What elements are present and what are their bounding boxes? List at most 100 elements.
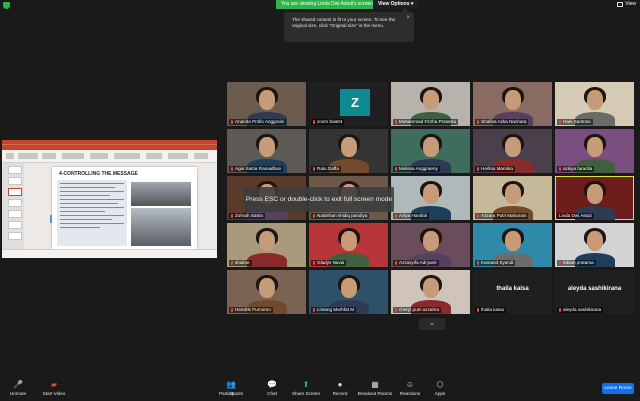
viewing-text: You are viewing Linda Dwi Astuti's scree… bbox=[281, 1, 373, 7]
participant-name-text: Linda Dwi Astuti bbox=[559, 213, 592, 218]
top-bar: You are viewing Linda Dwi Astuti's scree… bbox=[0, 0, 640, 9]
participant-tile[interactable]: fabian pratama bbox=[555, 223, 634, 267]
participant-tile[interactable]: Kamand Syandi bbox=[473, 223, 552, 267]
participant-tile[interactable]: Linda Dwi Astuti bbox=[555, 176, 634, 220]
breakout-rooms-button[interactable]: ▦ Breakout Rooms bbox=[356, 380, 394, 396]
view-options-button[interactable]: View Options ▾ bbox=[372, 0, 419, 9]
participant-tile[interactable]: Melissa Anggraeny bbox=[391, 129, 470, 173]
record-button[interactable]: ● Record bbox=[328, 380, 352, 396]
mic-muted-icon: 🎤 bbox=[13, 380, 23, 389]
mic-muted-icon bbox=[395, 120, 397, 124]
participant-tile[interactable]: Muhammad Firzha Pratama bbox=[391, 82, 470, 126]
participant-name: Ananda Prollo Anggraini bbox=[229, 119, 287, 125]
participant-tile[interactable]: Azzara Putri Maharani bbox=[473, 176, 552, 220]
participant-name-text: Shafina Azka Nachara bbox=[481, 119, 527, 124]
participant-name: Lintang Marhfat M bbox=[311, 307, 357, 313]
participant-tile[interactable]: Hani Santoso bbox=[555, 82, 634, 126]
participant-video bbox=[258, 137, 275, 157]
participant-name-text: Melissa Anggraeny bbox=[399, 166, 438, 171]
participant-tile[interactable]: Shafina Azka Nachara bbox=[473, 82, 552, 126]
participant-video bbox=[258, 278, 275, 298]
participant-tile[interactable]: Agie Satria Ramadhan bbox=[227, 129, 306, 173]
participant-tile[interactable]: thalia kaisa thalia kaisa bbox=[473, 270, 552, 314]
breakout-rooms-icon: ▦ bbox=[371, 380, 379, 389]
participant-video bbox=[422, 184, 439, 204]
participant-tile[interactable]: Gladys Navai bbox=[309, 223, 388, 267]
unmute-button[interactable]: 🎤 Unmute bbox=[6, 380, 30, 396]
participant-name: Linda Dwi Astuti bbox=[557, 213, 594, 219]
participant-video bbox=[586, 90, 603, 110]
participant-name: Naldirhan shidiq pandiya bbox=[311, 213, 370, 219]
participant-name: Azzara Putri Maharani bbox=[475, 213, 529, 219]
participant-name: Azzasyifa Adryanti bbox=[393, 260, 439, 266]
share-screen-icon: ⬆ bbox=[302, 380, 310, 389]
mic-muted-icon bbox=[313, 167, 315, 171]
participant-tile[interactable]: azkiya faradila bbox=[555, 129, 634, 173]
participant-tile[interactable]: shaline bbox=[227, 223, 306, 267]
ppt-ribbon bbox=[2, 140, 217, 150]
participant-video bbox=[504, 90, 521, 110]
participant-name: Agie Satria Ramadhan bbox=[229, 166, 284, 172]
participant-name-text: Muhammad Firzha Pratama bbox=[399, 119, 456, 124]
participant-name: azkiya faradila bbox=[557, 166, 595, 172]
leave-room-button[interactable]: Leave Room bbox=[602, 383, 634, 394]
participant-tile[interactable]: cheryl putri azzahra bbox=[391, 270, 470, 314]
reactions-icon: ☺ bbox=[405, 380, 415, 389]
participant-name: Ratu Daffa bbox=[311, 166, 341, 172]
participant-name-text: Kamand Syandi bbox=[481, 260, 514, 265]
participant-tile[interactable]: Aziya Hanifah bbox=[391, 176, 470, 220]
participant-tile[interactable]: Herlisa Marnika bbox=[473, 129, 552, 173]
mic-muted-icon bbox=[313, 308, 315, 312]
participant-name-text: Ananda Prollo Anggraini bbox=[235, 119, 285, 124]
ppt-toolbar bbox=[2, 150, 217, 163]
participant-tile[interactable]: Zzoom baa04 bbox=[309, 82, 388, 126]
participant-name-text: Zohrah Satria bbox=[235, 213, 263, 218]
share-screen-button[interactable]: ⬆ Share Screen bbox=[290, 380, 322, 396]
ppt-slide: 4-CONTROLLING THE MESSAGE bbox=[52, 167, 197, 249]
participant-name-text: Azzara Putri Maharani bbox=[481, 213, 527, 218]
mic-muted-icon bbox=[477, 261, 479, 265]
mic-muted-icon bbox=[231, 120, 233, 124]
participant-video bbox=[586, 137, 603, 157]
participant-name: Herlisa Marnika bbox=[475, 166, 515, 172]
participant-video bbox=[504, 137, 521, 157]
view-button-label: View bbox=[625, 1, 636, 7]
shield-icon[interactable] bbox=[3, 2, 10, 9]
participant-name-text: aleyda sashikirana bbox=[563, 307, 602, 312]
participants-button[interactable]: 👥40 Participants bbox=[216, 380, 246, 396]
chat-icon: 💬 bbox=[267, 380, 277, 389]
slide-image bbox=[131, 208, 191, 246]
chevron-down-icon[interactable]: ⌄ bbox=[419, 318, 445, 330]
participant-video bbox=[340, 137, 357, 157]
chat-button[interactable]: 💬 Chat bbox=[262, 380, 282, 396]
close-icon[interactable]: × bbox=[406, 15, 410, 21]
participant-tile[interactable]: Ananda Prollo Anggraini bbox=[227, 82, 306, 126]
mic-muted-icon bbox=[559, 120, 561, 124]
share-screen-label: Share Screen bbox=[291, 391, 321, 396]
participant-name: thalia kaisa bbox=[475, 307, 506, 313]
grid-view-icon bbox=[617, 1, 624, 7]
reactions-button[interactable]: ☺ Reactions bbox=[397, 380, 423, 396]
participant-video bbox=[504, 231, 521, 251]
participant-video bbox=[422, 231, 439, 251]
participant-tile[interactable]: Ratu Daffa bbox=[309, 129, 388, 173]
participant-tile[interactable]: Hendrik Purnomo bbox=[227, 270, 306, 314]
view-options-label: View Options bbox=[377, 1, 410, 7]
mic-muted-icon bbox=[559, 167, 561, 171]
mic-muted-icon bbox=[477, 120, 479, 124]
apps-button[interactable]: ⬡ Apps bbox=[430, 380, 450, 396]
view-button[interactable]: View bbox=[617, 1, 636, 7]
start-video-button[interactable]: ▰ Start Video bbox=[38, 380, 70, 396]
participant-video bbox=[422, 137, 439, 157]
participant-tile[interactable]: aleyda sashikirana aleyda sashikirana bbox=[555, 270, 634, 314]
participant-tile[interactable]: Lintang Marhfat M bbox=[309, 270, 388, 314]
fullscreen-notice: Press ESC or double-click to exit full s… bbox=[244, 187, 394, 212]
mic-muted-icon bbox=[477, 308, 479, 312]
mic-muted-icon bbox=[559, 308, 561, 312]
mic-muted-icon bbox=[231, 214, 233, 218]
participant-name-text: Naldirhan shidiq pandiya bbox=[317, 213, 368, 218]
participant-name: shaline bbox=[229, 260, 252, 266]
mic-muted-icon bbox=[231, 261, 233, 265]
participant-tile[interactable]: Azzasyifa Adryanti bbox=[391, 223, 470, 267]
participant-name-text: zoom baa04 bbox=[317, 119, 343, 124]
